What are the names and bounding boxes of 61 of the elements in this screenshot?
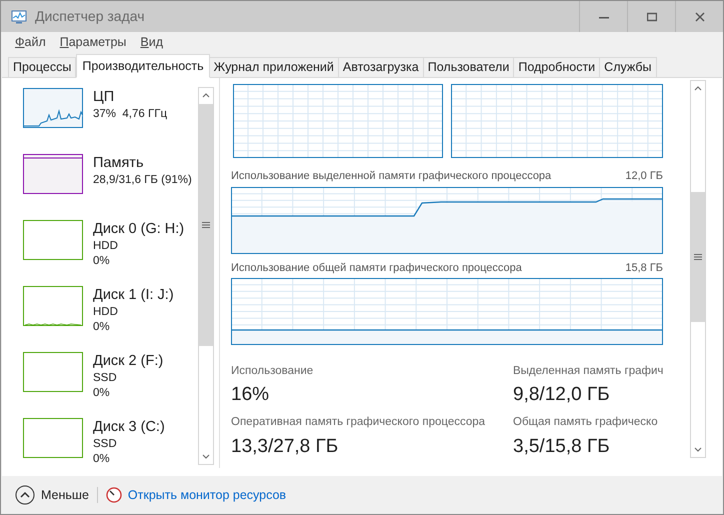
item-detail: 37% 4,76 ГГц bbox=[93, 107, 168, 122]
tab[interactable]: Журнал приложений bbox=[208, 57, 339, 77]
grip-icon bbox=[202, 222, 210, 228]
sidebar-item[interactable]: Диск 1 (I: J:) HDD 0% bbox=[23, 285, 198, 343]
usage-graph bbox=[23, 154, 83, 194]
item-name: ЦП bbox=[93, 88, 116, 107]
grip-icon bbox=[694, 254, 702, 260]
collapse-icon[interactable] bbox=[15, 485, 35, 505]
usage-graph bbox=[23, 418, 83, 458]
stat-label: Общая память графическо bbox=[513, 415, 659, 430]
menu-item[interactable]: Файл bbox=[15, 32, 46, 52]
fewer-details-button[interactable]: Меньше bbox=[41, 486, 89, 504]
tab[interactable]: Подробности bbox=[513, 57, 600, 77]
usage-graph bbox=[23, 88, 83, 128]
stat-label: Использование bbox=[231, 364, 314, 379]
item-type: SSD bbox=[93, 371, 118, 386]
graph-max: 15,8 ГБ bbox=[625, 260, 663, 276]
tab[interactable]: Процессы bbox=[8, 57, 76, 77]
item-name: Диск 3 (C:) bbox=[93, 418, 165, 437]
item-name: Память bbox=[93, 154, 145, 173]
sidebar-item[interactable]: ЦП 37% 4,76 ГГц bbox=[23, 87, 198, 145]
item-name: Диск 1 (I: J:) bbox=[93, 286, 174, 305]
menu-item[interactable]: Вид bbox=[140, 32, 164, 52]
close-icon bbox=[694, 12, 704, 22]
item-type: HDD bbox=[93, 305, 119, 320]
item-name: Диск 2 (F:) bbox=[93, 352, 164, 371]
scrollbar[interactable] bbox=[198, 87, 214, 465]
item-type: SSD bbox=[93, 437, 118, 452]
usage-graph bbox=[23, 220, 83, 260]
sidebar-item[interactable]: Диск 0 (G: H:) HDD 0% bbox=[23, 219, 198, 277]
window-title: Диспетчер задач bbox=[35, 7, 145, 26]
sidebar-item[interactable]: Диск 2 (F:) SSD 0% bbox=[23, 351, 198, 409]
stat-label: Выделенная память графич bbox=[513, 364, 664, 379]
scrollbar[interactable] bbox=[690, 80, 706, 458]
tab[interactable]: Производительность bbox=[76, 54, 210, 78]
sidebar-item[interactable]: Память 28,9/31,6 ГБ (91%) bbox=[23, 153, 198, 211]
tab[interactable]: Автозагрузка bbox=[338, 57, 424, 77]
usage-graph bbox=[23, 286, 83, 326]
item-detail: 28,9/31,6 ГБ (91%) bbox=[93, 173, 192, 188]
stat-value: 13,3/27,8 ГБ bbox=[231, 434, 340, 458]
stat-value: 9,8/12,0 ГБ bbox=[513, 383, 611, 408]
monitor-icon bbox=[11, 10, 27, 24]
maximize-icon bbox=[646, 12, 656, 22]
item-name: Диск 0 (G: H:) bbox=[93, 220, 184, 239]
graph-title: Использование выделенной памяти графического процессора bbox=[231, 169, 552, 184]
usage-graph bbox=[23, 352, 83, 392]
item-type: HDD bbox=[93, 239, 119, 254]
stat-value: 16% bbox=[231, 383, 270, 408]
stat-label: Оперативная память графического процессора bbox=[231, 415, 486, 430]
tab[interactable]: Службы bbox=[599, 57, 657, 77]
gauge-icon bbox=[106, 487, 122, 503]
item-detail: 0% bbox=[93, 254, 111, 269]
sidebar-item[interactable]: Диск 3 (C:) SSD 0% bbox=[23, 417, 198, 465]
graph-max: 12,0 ГБ bbox=[625, 169, 663, 184]
resource-monitor-link[interactable]: Открыть монитор ресурсов bbox=[128, 486, 286, 504]
item-detail: 0% bbox=[93, 452, 111, 465]
graph-title: Использование общей памяти графического процессора bbox=[231, 260, 522, 276]
menu-item[interactable]: Параметры bbox=[60, 32, 126, 52]
item-detail: 0% bbox=[93, 386, 111, 401]
stat-value: 3,5/15,8 ГБ bbox=[513, 434, 611, 458]
item-detail: 0% bbox=[93, 320, 111, 335]
